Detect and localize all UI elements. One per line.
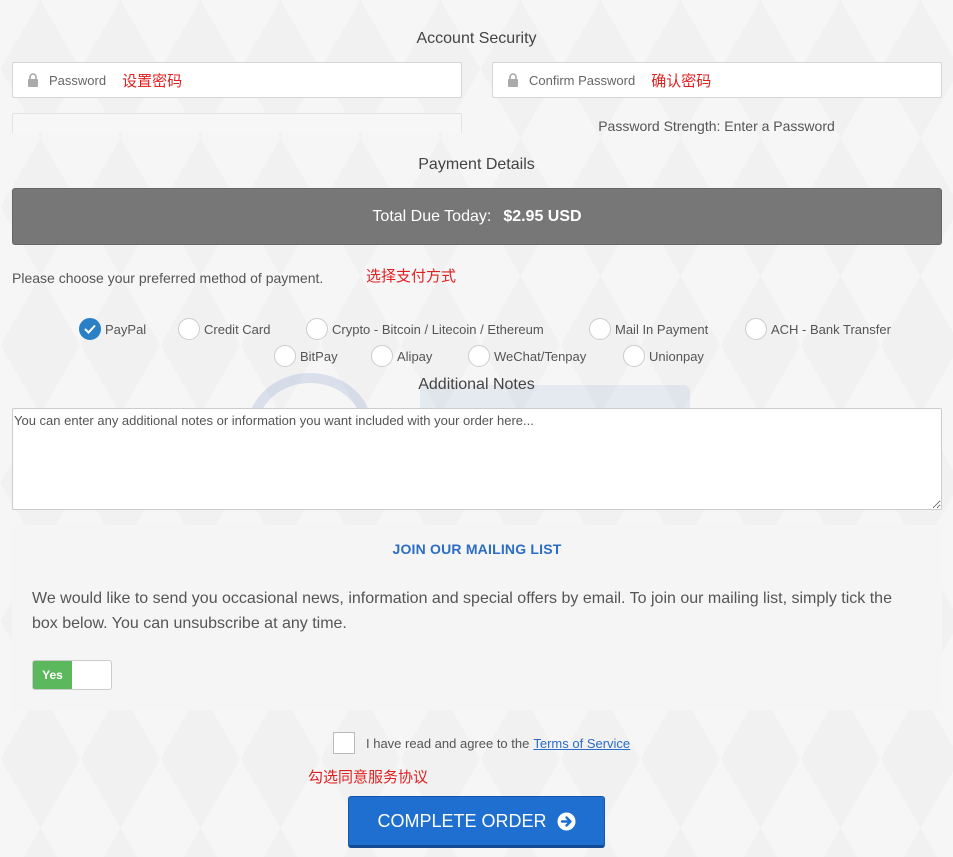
terms-of-service-link[interactable]: Terms of Service (533, 736, 630, 751)
lock-icon (507, 73, 519, 87)
payment-details-title: Payment Details (418, 156, 535, 173)
payment-method-label: ACH - Bank Transfer (771, 321, 891, 337)
radio-unchecked-icon (468, 345, 490, 367)
confirm-password-field[interactable]: Confirm Password 确认密码 (492, 62, 942, 98)
payment-method-credit-card[interactable]: Credit Card (178, 318, 270, 340)
terms-checkbox[interactable] (333, 732, 355, 754)
radio-unchecked-icon (178, 318, 200, 340)
payment-method-label: Unionpay (649, 348, 704, 364)
complete-order-label: COMPLETE ORDER (377, 810, 547, 831)
radio-unchecked-icon (745, 318, 767, 340)
radio-unchecked-icon (371, 345, 393, 367)
mailing-list-panel: JOIN OUR MAILING LIST We would like to s… (12, 525, 942, 710)
payment-method-label: Crypto - Bitcoin / Litecoin / Ethereum (332, 321, 544, 337)
password-field[interactable]: Password 设置密码 (12, 62, 462, 98)
arrow-circle-right-icon (557, 812, 576, 831)
password-strength-bar (12, 113, 462, 133)
confirm-password-annotation: 确认密码 (651, 71, 712, 90)
payment-method-crypto[interactable]: Crypto - Bitcoin / Litecoin / Ethereum (306, 318, 544, 340)
choose-payment-annotation: 选择支付方式 (366, 267, 457, 285)
additional-notes-input[interactable] (12, 408, 942, 510)
payment-method-label: Mail In Payment (615, 321, 709, 337)
account-security-title: Account Security (416, 30, 537, 47)
password-placeholder: Password (49, 72, 107, 88)
terms-annotation: 勾选同意服务协议 (308, 768, 429, 786)
lock-icon (27, 73, 39, 87)
radio-unchecked-icon (306, 318, 328, 340)
mailing-list-title: JOIN OUR MAILING LIST (392, 541, 562, 557)
terms-agreement: I have read and agree to the Terms of Se… (333, 732, 630, 754)
payment-method-bitpay[interactable]: BitPay (274, 345, 338, 367)
password-annotation: 设置密码 (122, 71, 183, 90)
terms-text: I have read and agree to the (366, 735, 530, 751)
payment-method-mail-in[interactable]: Mail In Payment (589, 318, 708, 340)
payment-method-wechat[interactable]: WeChat/Tenpay (468, 345, 586, 367)
radio-unchecked-icon (274, 345, 296, 367)
mailing-list-toggle[interactable]: Yes (32, 660, 112, 690)
radio-unchecked-icon (589, 318, 611, 340)
payment-method-ach[interactable]: ACH - Bank Transfer (745, 318, 891, 340)
choose-payment-text: Please choose your preferred method of p… (12, 270, 324, 286)
payment-method-label: Credit Card (204, 321, 271, 337)
complete-order-button[interactable]: COMPLETE ORDER (348, 796, 605, 848)
payment-method-label: WeChat/Tenpay (494, 348, 587, 364)
radio-unchecked-icon (623, 345, 645, 367)
radio-checked-icon (79, 318, 101, 340)
total-due-bar: Total Due Today: $2.95 USD (12, 188, 942, 245)
additional-notes-title: Additional Notes (418, 376, 535, 393)
mailing-list-text: We would like to send you occasional new… (32, 590, 892, 632)
payment-method-label: Alipay (397, 348, 433, 364)
payment-method-unionpay[interactable]: Unionpay (623, 345, 704, 367)
toggle-yes-label: Yes (33, 661, 72, 689)
payment-method-label: BitPay (300, 348, 338, 364)
payment-method-alipay[interactable]: Alipay (371, 345, 432, 367)
total-due-label: Total Due Today: (372, 207, 492, 225)
total-due-amount: $2.95 USD (503, 207, 582, 225)
confirm-password-placeholder: Confirm Password (529, 72, 636, 88)
payment-method-paypal[interactable]: PayPal (79, 318, 146, 340)
password-strength-text: Password Strength: Enter a Password (598, 118, 835, 134)
payment-method-label: PayPal (105, 321, 147, 337)
